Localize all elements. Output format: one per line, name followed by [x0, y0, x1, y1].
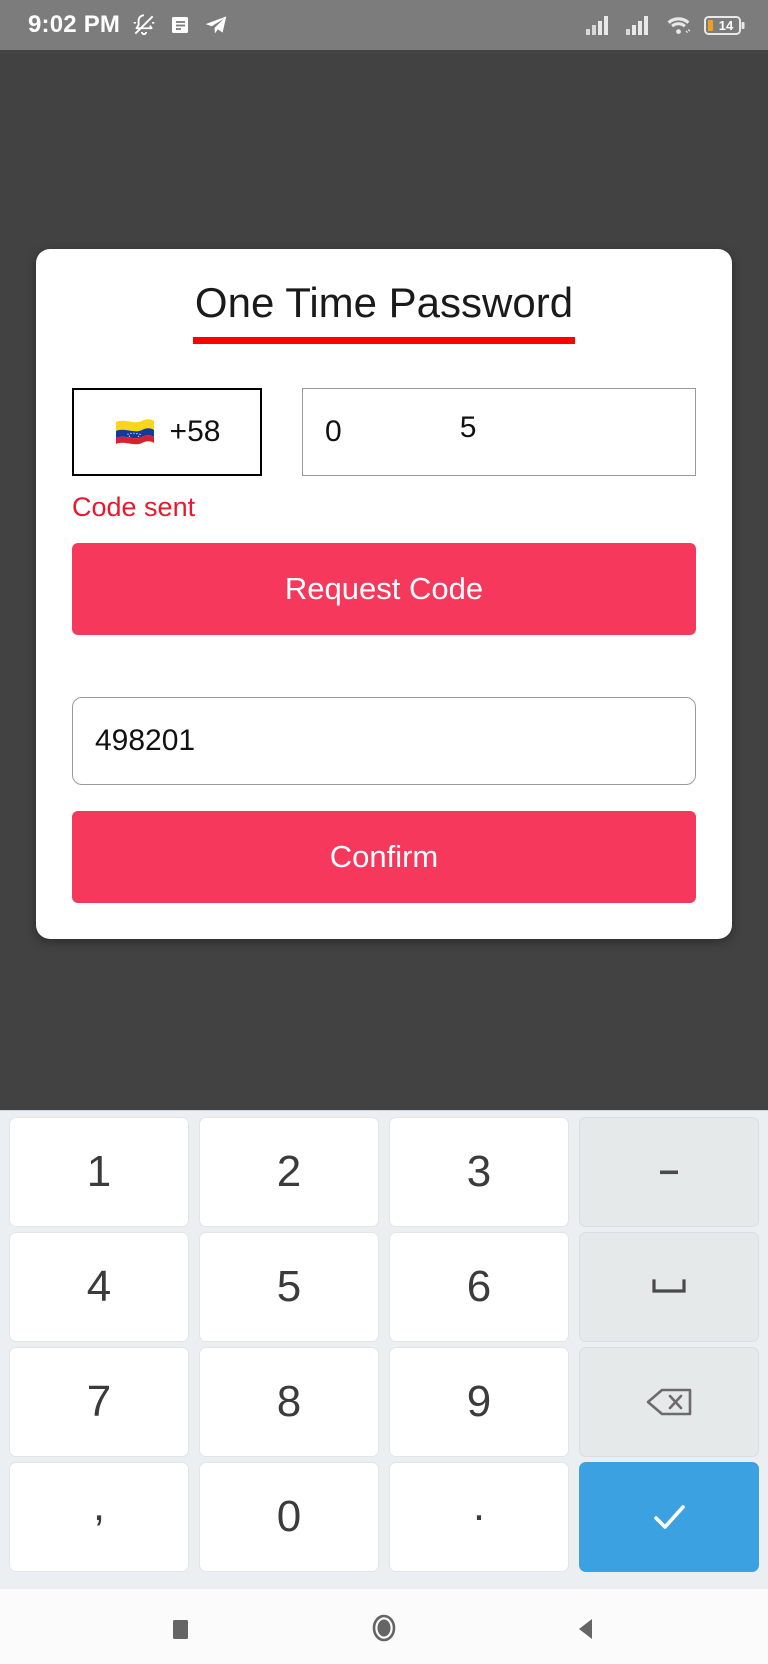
keyboard-row: 1 2 3: [4, 1117, 764, 1227]
key-0[interactable]: 0: [199, 1462, 379, 1572]
telegram-icon: [205, 16, 227, 34]
wifi-icon: [667, 17, 691, 34]
key-enter[interactable]: [579, 1462, 759, 1572]
key-9[interactable]: 9: [389, 1347, 569, 1457]
phone-number-input[interactable]: 0 5: [302, 388, 696, 477]
key-8[interactable]: 8: [199, 1347, 379, 1457]
status-bar-left: 9:02 PM: [28, 11, 229, 39]
space-bar-icon: [652, 1279, 686, 1293]
phone-screen: 9:02 PM 14 One Time Password +58 0 5 Cod…: [0, 0, 768, 1664]
signal-2-icon: [626, 16, 648, 35]
key-period[interactable]: .: [389, 1462, 569, 1572]
phone-digit: 5: [459, 415, 477, 442]
request-code-button[interactable]: Request Code: [72, 543, 696, 636]
numeric-keyboard: 1 2 3 4 5 6 7 8 9 , 0 .: [0, 1110, 768, 1588]
status-message: Code sent: [72, 492, 196, 523]
key-1[interactable]: 1: [9, 1117, 189, 1227]
bell-muted-icon: [133, 14, 155, 36]
dash-icon: [660, 1170, 678, 1175]
dialog-title-container: One Time Password: [72, 279, 696, 345]
recents-square-icon: [173, 1619, 189, 1639]
key-2[interactable]: 2: [199, 1117, 379, 1227]
keyboard-row: 7 8 9: [4, 1347, 764, 1457]
checkmark-icon: [654, 1505, 685, 1529]
signal-1-icon: [586, 16, 608, 35]
status-bar: 9:02 PM 14: [0, 0, 768, 50]
key-5[interactable]: 5: [199, 1232, 379, 1342]
keyboard-row: , 0 .: [4, 1462, 764, 1572]
recents-button[interactable]: [145, 1597, 217, 1657]
otp-dialog: One Time Password +58 0 5 Code sent Requ…: [36, 249, 732, 940]
key-backspace[interactable]: [579, 1347, 759, 1457]
battery-level-text: 14: [719, 18, 734, 33]
phone-digit: 0: [325, 415, 342, 449]
phone-entry-row: +58 0 5: [72, 388, 696, 477]
key-6[interactable]: 6: [389, 1232, 569, 1342]
phone-number-value: 0 5: [325, 415, 673, 449]
key-space[interactable]: [579, 1232, 759, 1342]
keyboard-row: 4 5 6: [4, 1232, 764, 1342]
home-circle-icon: [372, 1614, 396, 1641]
key-4[interactable]: 4: [9, 1232, 189, 1342]
key-comma[interactable]: ,: [9, 1462, 189, 1572]
status-bar-clock: 9:02 PM: [28, 11, 121, 38]
venezuela-flag-icon: [115, 419, 154, 445]
home-button[interactable]: [348, 1597, 420, 1657]
key-7[interactable]: 7: [9, 1347, 189, 1457]
status-bar-right: 14: [585, 14, 746, 37]
otp-code-input[interactable]: 498201: [72, 697, 696, 786]
backspace-icon: [646, 1388, 692, 1416]
confirm-button[interactable]: Confirm: [72, 811, 696, 904]
otp-code-value: 498201: [95, 724, 196, 758]
notification-card-icon: [172, 17, 189, 33]
key-dash[interactable]: [579, 1117, 759, 1227]
back-triangle-icon: [578, 1618, 592, 1639]
country-code-selector[interactable]: +58: [72, 388, 262, 477]
page-title: One Time Password: [192, 279, 576, 345]
battery-icon: 14: [704, 15, 745, 35]
android-navigation-bar: [0, 1588, 768, 1664]
key-3[interactable]: 3: [389, 1117, 569, 1227]
country-dial-code: +58: [169, 415, 221, 449]
back-button[interactable]: [551, 1597, 623, 1657]
